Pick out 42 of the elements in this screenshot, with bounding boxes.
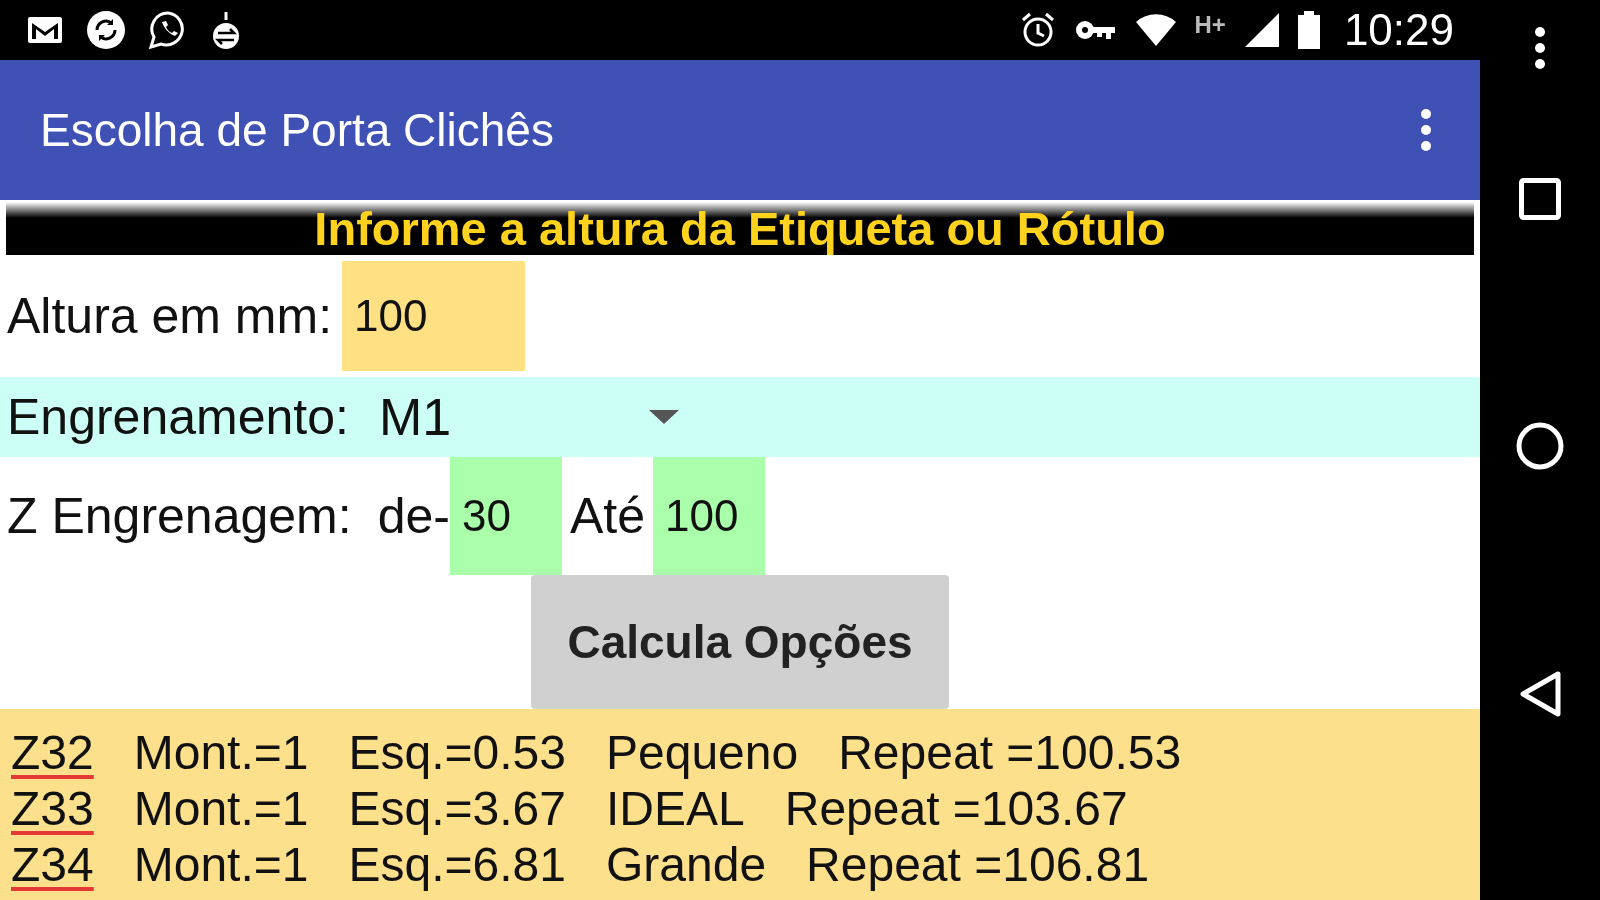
banner: Informe a altura da Etiqueta ou Rótulo <box>6 202 1474 255</box>
recents-icon[interactable] <box>1519 178 1561 220</box>
repeat-value: Repeat =103.67 <box>784 781 1128 837</box>
mount-value: Mont.=1 <box>133 837 309 893</box>
to-input[interactable]: 100 <box>652 457 765 575</box>
sync-icon <box>86 10 126 50</box>
wifi-icon <box>1134 13 1177 47</box>
battery-icon <box>1297 11 1320 49</box>
spacing-value: Esq.=3.67 <box>348 781 566 837</box>
gear-code: Z33 <box>11 781 94 837</box>
repeat-value: Repeat =100.53 <box>838 725 1182 781</box>
app-title: Escolha de Porta Clichês <box>40 102 554 158</box>
mount-value: Mont.=1 <box>133 781 309 837</box>
gear-code: Z34 <box>11 837 94 893</box>
to-label: Até <box>568 486 646 546</box>
back-icon[interactable] <box>1519 670 1561 718</box>
gearing-label: Engrenamento: <box>6 387 349 447</box>
mount-value: Mont.=1 <box>133 725 309 781</box>
calculate-button[interactable]: Calcula Opções <box>531 575 949 709</box>
mail-icon <box>26 15 64 45</box>
transfer-icon <box>210 10 242 50</box>
size-rating: Grande <box>606 837 767 893</box>
repeat-value: Repeat =106.81 <box>806 837 1150 893</box>
gear-code: Z32 <box>11 725 94 781</box>
from-label: de- <box>376 486 450 546</box>
home-icon[interactable] <box>1516 422 1564 470</box>
signal-icon <box>1243 12 1280 48</box>
size-rating: Pequeno <box>606 725 799 781</box>
spacing-value: Esq.=0.53 <box>348 725 566 781</box>
height-label: Altura em mm: <box>6 286 334 346</box>
height-input[interactable]: 100 <box>342 261 526 371</box>
dropdown-caret-icon <box>648 410 679 424</box>
menu-icon[interactable] <box>1534 26 1546 70</box>
overflow-menu-icon[interactable] <box>1420 108 1432 152</box>
key-icon <box>1074 18 1117 42</box>
spacing-value: Esq.=6.81 <box>348 837 566 893</box>
teeth-label: Z Engrenagem: <box>6 486 352 546</box>
from-input[interactable]: 30 <box>449 457 562 575</box>
size-rating: IDEAL <box>606 781 745 837</box>
gearing-dropdown[interactable]: M1 <box>378 377 679 457</box>
clock: 10:29 <box>1343 8 1454 52</box>
network-type: H+ <box>1194 13 1226 37</box>
